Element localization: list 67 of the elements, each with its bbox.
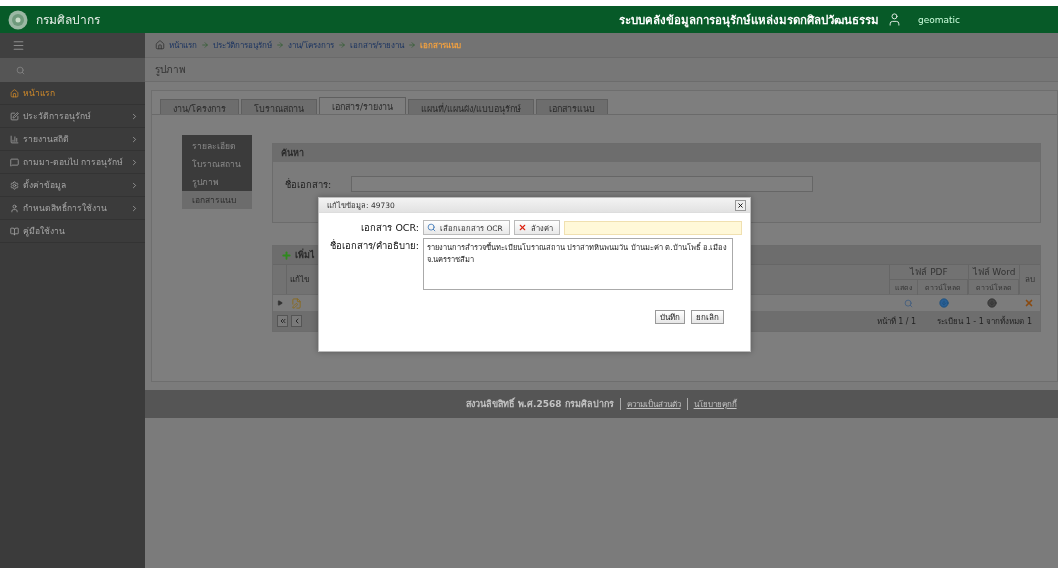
breadcrumb-link[interactable]: ประวัติการอนุรักษ์ [213, 38, 272, 52]
chevron-icon [130, 111, 139, 121]
menu-icon[interactable] [12, 39, 25, 52]
save-button[interactable]: บันทึก [655, 310, 685, 324]
submenu-item[interactable]: รายละเอียด [182, 137, 252, 155]
record-info: ระเบียน 1 - 1 จากทั้งหมด 1 [937, 315, 1032, 328]
org-name: กรมศิลปากร [36, 12, 100, 29]
logo-icon [8, 9, 28, 30]
home-icon [10, 88, 19, 98]
tab[interactable]: เอกสารแนบ [536, 99, 609, 114]
first-page-button[interactable] [277, 315, 288, 327]
chevron-icon [130, 134, 139, 144]
ocr-field[interactable] [563, 220, 742, 235]
page-info: หน้าที่ 1 / 1 [876, 315, 917, 328]
edit-icon[interactable] [291, 297, 302, 309]
add-label[interactable]: เพิ่มไ [295, 248, 315, 262]
submenu-item[interactable]: เอกสารแนบ [182, 191, 252, 209]
arrow-icon [337, 41, 346, 49]
user-icon [10, 203, 19, 213]
breadcrumb-link[interactable]: เอกสาร/รายงาน [349, 38, 405, 52]
field-label: ชื่อเอกสาร: [285, 177, 332, 192]
user-name[interactable]: geomatic [917, 14, 960, 25]
chevron-icon [130, 203, 139, 213]
delete-icon[interactable] [1024, 298, 1034, 308]
chat-icon [10, 157, 19, 167]
expand-icon[interactable] [277, 300, 283, 306]
submenu-item[interactable]: รูปภาพ [182, 173, 252, 191]
arrow-icon [201, 41, 209, 49]
pencil-icon [10, 111, 19, 121]
footer-link[interactable]: ความเป็นส่วนตัว [626, 397, 681, 411]
search-field[interactable] [351, 176, 814, 192]
copyright-text: สงวนลิขสิทธิ์ พ.ศ.2568 กรมศิลปากร [466, 397, 614, 411]
settings-icon [10, 180, 19, 190]
search-icon[interactable] [904, 298, 913, 308]
arrow-icon [276, 41, 284, 49]
clear-icon [517, 223, 527, 232]
previous-page-button[interactable] [291, 315, 302, 327]
search-icon [427, 223, 436, 232]
tab[interactable]: เอกสาร/รายงาน [319, 97, 407, 114]
chevron-icon [130, 157, 139, 167]
add-icon[interactable] [281, 249, 292, 261]
search-icon[interactable] [16, 65, 25, 75]
system-title: ระบบคลังข้อมูลการอนุรักษ์แหล่งมรดกศิลปวัฒนธรรม [618, 11, 879, 29]
breadcrumb-link[interactable]: หน้าแรก [169, 38, 197, 52]
close-icon [737, 201, 744, 209]
breadcrumb-link[interactable]: เอกสารแนบ [420, 38, 462, 52]
footer-link[interactable]: นโยบายคุกกี้ [693, 397, 737, 411]
tab[interactable]: แผนที่/แผนผัง/แบบอนุรักษ์ [408, 99, 535, 114]
tab[interactable]: โบราณสถาน [241, 99, 318, 114]
book-icon [10, 226, 19, 236]
close-button[interactable] [735, 199, 746, 211]
home-icon[interactable] [155, 40, 165, 50]
field-label: เอกสาร OCR: [360, 221, 419, 235]
arrow-icon [408, 41, 417, 49]
download-icon[interactable] [939, 298, 949, 308]
submenu-item[interactable]: โบราณสถาน [182, 155, 252, 173]
tab[interactable]: งาน/โครงการ [160, 99, 240, 114]
panel-header: ค้นหา [273, 144, 1040, 162]
cancel-button[interactable]: ยกเลิก [691, 310, 724, 324]
field-label: ชื่อเอกสาร/คำอธิบาย: [328, 238, 419, 253]
user-icon[interactable] [886, 12, 902, 27]
chevron-icon [130, 180, 139, 190]
first-page-icon [278, 317, 287, 325]
page-title: รูปภาพ [145, 58, 1058, 82]
breadcrumb-link[interactable]: งาน/โครงการ [288, 38, 334, 52]
bar-chart-icon [10, 134, 19, 144]
download-icon[interactable] [987, 298, 997, 308]
